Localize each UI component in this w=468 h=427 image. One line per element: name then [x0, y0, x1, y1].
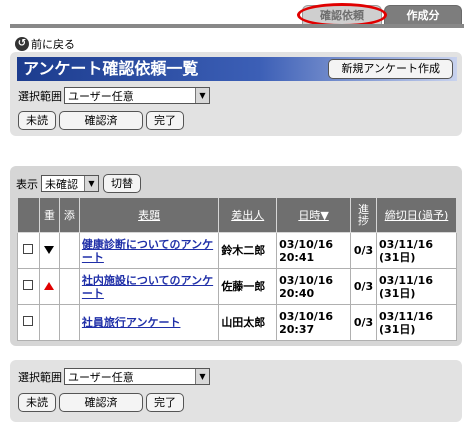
header-panel: アンケート確認依頼一覧 新規アンケート作成 選択範囲 ユーザー任意 ▼ 未読 確…	[10, 52, 462, 136]
new-survey-button[interactable]: 新規アンケート作成	[328, 59, 453, 79]
row-checkbox[interactable]	[23, 280, 34, 290]
header-datetime[interactable]: 日時▼	[276, 197, 352, 233]
display-select[interactable]: 未確認 ▼	[41, 175, 99, 192]
row-progress: 0/3	[353, 316, 374, 329]
display-row: 表示 未確認 ▼ 切替	[16, 174, 144, 193]
priority-low-icon	[44, 246, 55, 254]
filter-row-bottom: 未読 確認済 完了	[18, 393, 187, 412]
header-subject-link[interactable]: 表題	[138, 209, 160, 222]
unread-button-bottom[interactable]: 未読	[18, 393, 56, 412]
scope-row-bottom: 選択範囲 ユーザー任意 ▼	[18, 368, 210, 385]
unread-button[interactable]: 未読	[18, 111, 56, 130]
switch-button[interactable]: 切替	[103, 174, 141, 193]
row-sender: 山田太郎	[221, 316, 266, 329]
row-checkbox[interactable]	[23, 316, 34, 326]
row-datetime: 03/10/16 20:40	[279, 273, 334, 300]
header-checkbox	[17, 197, 40, 233]
title-bar: アンケート確認依頼一覧 新規アンケート作成	[17, 57, 457, 81]
table-row: 社内施設についてのアンケート 佐藤一郎 03/10/16 20:40 0/3 0…	[17, 268, 457, 305]
row-datetime: 03/10/16 20:37	[279, 309, 334, 336]
table-row: 社員旅行アンケート 山田太郎 03/10/16 20:37 0/3 03/11/…	[17, 304, 457, 341]
scope-select-value: ユーザー任意	[68, 89, 134, 103]
footer-panel: 選択範囲 ユーザー任意 ▼ 未読 確認済 完了	[10, 360, 462, 422]
scope-select-bottom[interactable]: ユーザー任意 ▼	[64, 368, 210, 385]
header-progress: 進捗	[350, 197, 378, 233]
tab-underline	[10, 24, 464, 28]
table-row: 健康診断についてのアンケート 鈴木二郎 03/10/16 20:41 0/3 0…	[17, 232, 457, 269]
survey-table: 重 添 表題 差出人 日時▼ 進捗 締切日(過予) 健康診断についてのアンケート…	[17, 197, 457, 341]
tab-created[interactable]: 作成分	[384, 5, 462, 24]
done-button-bottom[interactable]: 完了	[146, 393, 184, 412]
row-deadline: 03/11/16 (31日)	[379, 273, 433, 300]
header-subject[interactable]: 表題	[78, 197, 220, 233]
scope-select[interactable]: ユーザー任意 ▼	[64, 87, 210, 104]
scope-label-bottom: 選択範囲	[18, 370, 62, 384]
header-attachment: 添	[58, 197, 80, 233]
row-deadline: 03/11/16 (31日)	[379, 309, 433, 336]
back-label: 前に戻る	[31, 38, 75, 51]
row-subject-link[interactable]: 健康診断についてのアンケート	[82, 238, 213, 264]
row-checkbox[interactable]	[23, 244, 34, 254]
table-header-row: 重 添 表題 差出人 日時▼ 進捗 締切日(過予)	[17, 197, 457, 233]
header-priority: 重	[38, 197, 60, 233]
header-deadline[interactable]: 締切日(過予)	[376, 197, 457, 233]
row-progress: 0/3	[353, 244, 374, 257]
row-subject-link[interactable]: 社員旅行アンケート	[82, 316, 181, 329]
row-sender: 鈴木二郎	[221, 244, 266, 257]
row-sender: 佐藤一郎	[221, 280, 266, 293]
header-sender[interactable]: 差出人	[218, 197, 278, 233]
filter-row: 未読 確認済 完了	[18, 111, 187, 130]
display-select-value: 未確認	[45, 177, 78, 191]
back-arrow-icon: ↺	[15, 37, 29, 51]
display-label: 表示	[16, 177, 38, 191]
row-progress: 0/3	[353, 280, 374, 293]
list-panel: 表示 未確認 ▼ 切替 重 添 表題 差出人 日時▼ 進捗 締切日(過予) 健康…	[10, 166, 462, 346]
row-datetime: 03/10/16 20:41	[279, 237, 334, 264]
scope-row: 選択範囲 ユーザー任意 ▼	[18, 87, 210, 104]
priority-high-icon	[44, 282, 55, 290]
chevron-down-icon: ▼	[84, 176, 98, 191]
scope-label: 選択範囲	[18, 89, 62, 103]
confirmed-button-bottom[interactable]: 確認済	[59, 393, 143, 412]
done-button[interactable]: 完了	[146, 111, 184, 130]
confirmed-button[interactable]: 確認済	[59, 111, 143, 130]
header-datetime-link[interactable]: 日時▼	[298, 209, 328, 222]
row-subject-link[interactable]: 社内施設についてのアンケート	[82, 274, 213, 300]
header-sender-link[interactable]: 差出人	[231, 209, 264, 222]
chevron-down-icon: ▼	[195, 88, 209, 103]
page-title: アンケート確認依頼一覧	[23, 59, 199, 78]
chevron-down-icon: ▼	[195, 369, 209, 384]
header-deadline-link[interactable]: 締切日(過予)	[385, 209, 449, 222]
row-deadline: 03/11/16 (31日)	[379, 237, 433, 264]
back-link[interactable]: ↺ 前に戻る	[15, 36, 75, 52]
scope-select-value: ユーザー任意	[68, 370, 134, 384]
